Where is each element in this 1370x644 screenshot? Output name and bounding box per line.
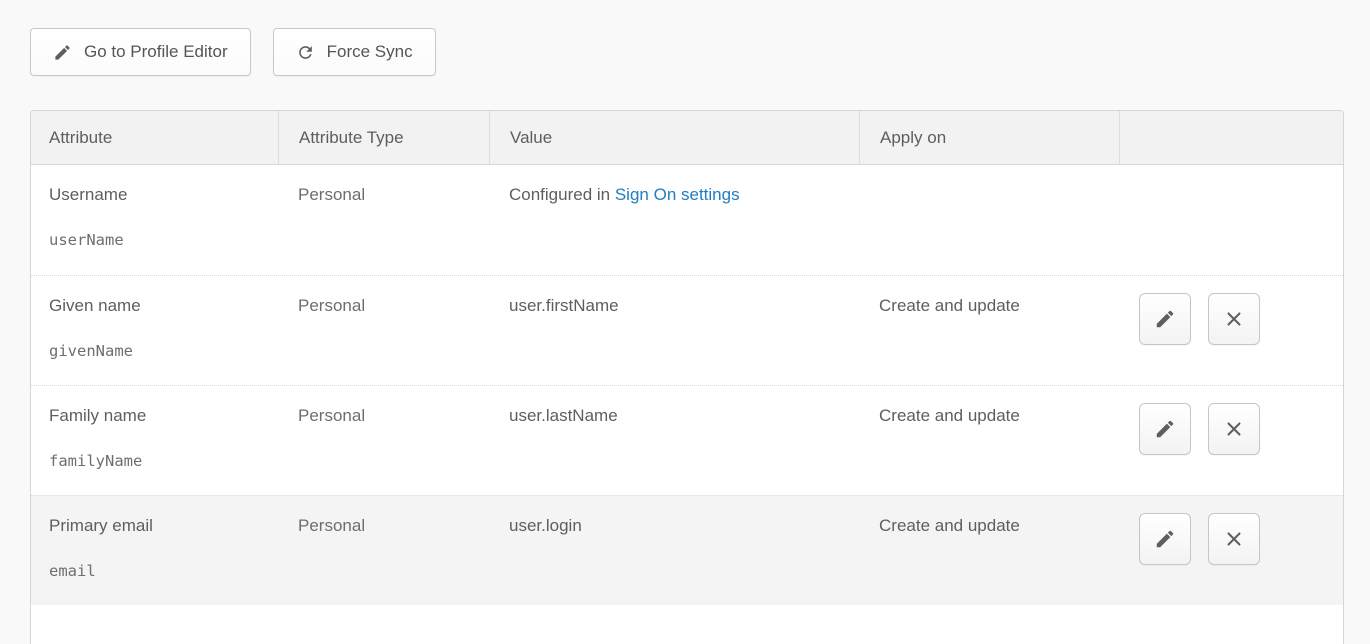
apply-on-text: Create and update [879,516,1020,535]
value-prefix-text: Configured in [509,185,615,204]
attribute-variable-name: email [49,562,258,580]
sign-on-settings-link[interactable]: Sign On settings [615,185,740,204]
table-row-username: Username userName Personal Configured in… [31,165,1343,275]
actions-cell [1119,386,1343,495]
table-row-given-name: Given name givenName Personal user.first… [31,275,1343,385]
attribute-variable-name: givenName [49,342,258,360]
attribute-type-text: Personal [298,516,365,535]
go-to-profile-editor-button[interactable]: Go to Profile Editor [30,28,251,76]
edit-attribute-button[interactable] [1139,513,1191,565]
attribute-type-text: Personal [298,296,365,315]
attribute-type-cell: Personal [278,386,489,495]
attribute-type-cell: Personal [278,276,489,385]
delete-attribute-button[interactable] [1208,403,1260,455]
apply-on-cell: Create and update [859,496,1119,605]
toolbar: Go to Profile Editor Force Sync [30,28,1344,76]
attribute-type-text: Personal [298,185,365,204]
refresh-icon [296,43,315,62]
attribute-type-text: Personal [298,406,365,425]
attribute-variable-name: userName [49,231,258,249]
attribute-label: Primary email [49,516,258,536]
close-icon [1223,308,1245,330]
attribute-label: Given name [49,296,258,316]
actions-cell [1119,165,1343,275]
force-sync-button[interactable]: Force Sync [273,28,436,76]
apply-on-cell: Create and update [859,276,1119,385]
value-cell: user.firstName [489,276,859,385]
delete-attribute-button[interactable] [1208,293,1260,345]
attribute-label: Family name [49,406,258,426]
value-cell: Configured in Sign On settings [489,165,859,275]
edit-attribute-button[interactable] [1139,293,1191,345]
close-icon [1223,418,1245,440]
table-header-row: Attribute Attribute Type Value Apply on [31,111,1343,165]
value-cell: user.login [489,496,859,605]
attribute-type-cell: Personal [278,496,489,605]
pencil-icon [53,43,72,62]
attribute-label: Username [49,185,258,205]
attribute-mappings-page: Go to Profile Editor Force Sync Attribut… [0,0,1370,644]
attribute-cell: Primary email email [31,496,278,605]
go-to-profile-editor-label: Go to Profile Editor [84,42,228,62]
empty-row-partial [31,605,1343,644]
table-row-family-name: Family name familyName Personal user.las… [31,385,1343,495]
attribute-mappings-table: Attribute Attribute Type Value Apply on … [30,110,1344,644]
header-actions [1119,111,1343,164]
apply-on-cell: Create and update [859,386,1119,495]
apply-on-text: Create and update [879,406,1020,425]
attribute-cell: Family name familyName [31,386,278,495]
attribute-cell: Username userName [31,165,278,275]
value-text: user.lastName [509,406,618,425]
close-icon [1223,528,1245,550]
delete-attribute-button[interactable] [1208,513,1260,565]
pencil-icon [1154,418,1176,440]
actions-cell [1119,496,1343,605]
value-text: user.firstName [509,296,619,315]
force-sync-label: Force Sync [327,42,413,62]
apply-on-cell [859,165,1119,275]
attribute-cell: Given name givenName [31,276,278,385]
value-cell: user.lastName [489,386,859,495]
header-value: Value [489,111,859,164]
header-apply-on: Apply on [859,111,1119,164]
pencil-icon [1154,308,1176,330]
edit-attribute-button[interactable] [1139,403,1191,455]
header-attribute-type: Attribute Type [278,111,489,164]
header-attribute: Attribute [31,111,278,164]
table-row-primary-email: Primary email email Personal user.login … [31,495,1343,605]
apply-on-text: Create and update [879,296,1020,315]
value-text: user.login [509,516,582,535]
attribute-variable-name: familyName [49,452,258,470]
actions-cell [1119,276,1343,385]
pencil-icon [1154,528,1176,550]
attribute-type-cell: Personal [278,165,489,275]
